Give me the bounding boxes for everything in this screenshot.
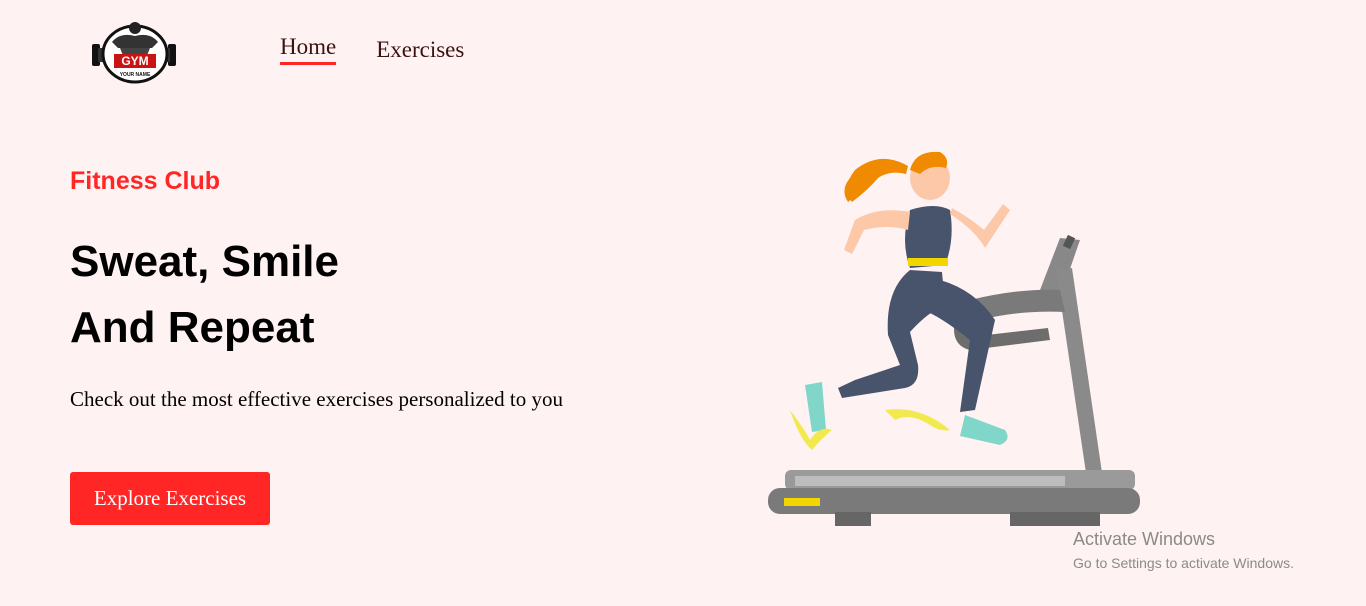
- hero-section: Fitness Club Sweat, Smile And Repeat Che…: [70, 167, 563, 412]
- nav-exercises-link[interactable]: Exercises: [376, 37, 464, 65]
- hero-description: Check out the most effective exercises p…: [70, 387, 563, 411]
- treadmill-icon: [768, 234, 1140, 526]
- explore-exercises-button[interactable]: Explore Exercises: [70, 472, 270, 525]
- nav-home-link[interactable]: Home: [280, 34, 337, 65]
- hero-kicker: Fitness Club: [70, 167, 221, 195]
- watermark-title: Activate Windows: [1073, 529, 1216, 549]
- hero-title: Sweat, Smile And Repeat: [70, 229, 563, 361]
- logo-text: GYM: [121, 54, 148, 68]
- gym-logo[interactable]: GYM YOUR NAME: [90, 14, 182, 84]
- main-nav: Home Exercises: [280, 34, 464, 65]
- hero-title-line-1: Sweat, Smile: [70, 237, 340, 286]
- logo-subtext: YOUR NAME: [120, 72, 151, 78]
- woman-runner-icon: [790, 151, 1010, 450]
- treadmill-runner-illustration: [768, 151, 1140, 526]
- watermark-subtitle: Go to Settings to activate Windows.: [1073, 555, 1294, 571]
- windows-activation-watermark: Activate Windows Go to Settings to activ…: [1073, 529, 1294, 571]
- hero-title-line-2: And Repeat: [70, 303, 315, 352]
